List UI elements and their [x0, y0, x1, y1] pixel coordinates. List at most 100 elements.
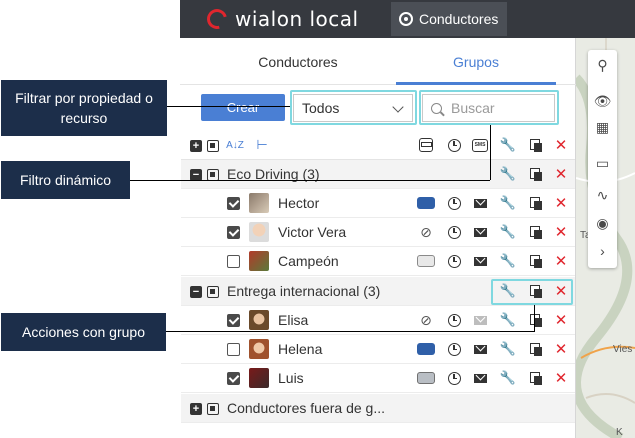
unbound-link-icon[interactable]: ⊘ — [417, 223, 435, 241]
map-visibility-icon[interactable]: 👁 — [588, 88, 617, 114]
driver-checkbox[interactable] — [227, 343, 240, 356]
driver-name: Victor Vera — [278, 224, 347, 240]
history-header-icon[interactable] — [445, 136, 463, 154]
copy-icon[interactable] — [527, 340, 545, 358]
copy-icon[interactable] — [527, 194, 545, 212]
sort-icon[interactable]: A↓Z — [226, 136, 244, 154]
tab-drivers[interactable]: Conductores — [200, 38, 396, 85]
group-select-icon[interactable] — [207, 403, 219, 415]
blue-van-icon[interactable] — [417, 340, 435, 358]
mail-icon[interactable] — [471, 223, 489, 241]
history-icon[interactable] — [445, 369, 463, 387]
map-geofence-icon[interactable]: ◉ — [588, 210, 617, 236]
copy-icon[interactable] — [527, 282, 545, 300]
driver-checkbox[interactable] — [227, 197, 240, 210]
white-car-icon[interactable] — [417, 252, 435, 270]
properties-icon[interactable]: 🔧 — [499, 252, 517, 270]
logo-text: wialon local — [235, 7, 359, 31]
driver-row[interactable]: Campeón 🔧 ✕ — [181, 247, 575, 276]
callout-dynamic: Filtro dinámico — [1, 161, 130, 199]
blue-car-icon[interactable] — [417, 194, 435, 212]
group-name: Entrega internacional (3) — [227, 283, 381, 299]
delete-header-icon[interactable]: ✕ — [552, 136, 570, 154]
search-input[interactable] — [451, 100, 551, 116]
delete-icon[interactable]: ✕ — [552, 252, 570, 270]
map-label-k: K — [616, 427, 623, 438]
properties-icon[interactable]: 🔧 — [499, 194, 517, 212]
delete-icon[interactable]: ✕ — [552, 369, 570, 387]
mail-icon[interactable] — [471, 311, 489, 329]
properties-icon[interactable]: 🔧 — [499, 165, 517, 183]
hierarchy-icon[interactable]: ⊢ — [253, 136, 271, 154]
map-layers-icon[interactable]: ▦ — [588, 114, 617, 140]
map-ruler-icon[interactable]: ▭ — [588, 150, 617, 176]
delete-icon[interactable]: ✕ — [552, 311, 570, 329]
map-expand-chevron-icon[interactable]: › — [588, 238, 617, 264]
avatar — [249, 339, 269, 359]
mail-icon[interactable] — [471, 369, 489, 387]
copy-icon[interactable] — [527, 369, 545, 387]
grey-van-icon[interactable] — [417, 369, 435, 387]
driver-row[interactable]: Victor Vera ⊘ 🔧 ✕ — [181, 218, 575, 247]
driver-checkbox[interactable] — [227, 314, 240, 327]
driver-row[interactable]: Hector 🔧 ✕ — [181, 189, 575, 218]
mail-icon[interactable] — [471, 252, 489, 270]
driver-name: Campeón — [278, 253, 339, 269]
avatar — [249, 251, 269, 271]
collapse-icon[interactable]: − — [190, 286, 202, 298]
list-header-row: + A↓Z ⊢ SMS 🔧 ✕ — [181, 131, 575, 160]
tab-groups[interactable]: Grupos — [396, 38, 556, 85]
search-box[interactable] — [422, 94, 555, 122]
group-select-icon[interactable] — [207, 286, 219, 298]
mail-icon[interactable] — [471, 340, 489, 358]
history-icon[interactable] — [445, 223, 463, 241]
properties-icon[interactable]: 🔧 — [499, 223, 517, 241]
property-filter-select[interactable]: Todos — [293, 94, 413, 122]
expand-icon[interactable]: + — [190, 403, 202, 415]
driver-checkbox[interactable] — [227, 255, 240, 268]
properties-icon[interactable]: 🔧 — [499, 282, 517, 300]
group-row[interactable]: − Eco Driving (3) 🔧 ✕ — [181, 160, 575, 189]
copy-icon[interactable] — [527, 252, 545, 270]
sms-header-icon[interactable]: SMS — [471, 136, 489, 154]
map-route-icon[interactable]: ∿ — [588, 182, 617, 208]
driver-row[interactable]: Luis 🔧 ✕ — [181, 364, 575, 393]
properties-icon[interactable]: 🔧 — [499, 340, 517, 358]
unit-bind-header-icon[interactable] — [417, 136, 435, 154]
delete-icon[interactable]: ✕ — [552, 194, 570, 212]
delete-icon[interactable]: ✕ — [552, 223, 570, 241]
callout-actions-line-v — [534, 305, 535, 332]
avatar — [249, 222, 269, 242]
copy-header-icon[interactable] — [527, 136, 545, 154]
copy-icon[interactable] — [527, 311, 545, 329]
history-icon[interactable] — [445, 340, 463, 358]
driver-row[interactable]: Helena 🔧 ✕ — [181, 335, 575, 364]
app-root: wialon local Conductores Vies Ta K ⚲ 👁 ▦… — [0, 0, 635, 438]
delete-icon[interactable]: ✕ — [552, 282, 570, 300]
copy-icon[interactable] — [527, 223, 545, 241]
history-icon[interactable] — [445, 252, 463, 270]
group-row[interactable]: − Entrega internacional (3) 🔧 ✕ — [181, 277, 575, 306]
callout-actions-line-h — [166, 331, 535, 332]
copy-icon[interactable] — [527, 165, 545, 183]
map-search-icon[interactable]: ⚲ — [588, 52, 617, 78]
properties-header-icon[interactable]: 🔧 — [499, 136, 517, 154]
wialon-logo[interactable]: wialon local — [203, 5, 367, 33]
unbound-link-icon[interactable]: ⊘ — [417, 311, 435, 329]
driver-checkbox[interactable] — [227, 372, 240, 385]
group-row[interactable]: + Conductores fuera de g... — [181, 394, 575, 423]
delete-icon[interactable]: ✕ — [552, 165, 570, 183]
create-group-button[interactable]: Crear — [201, 94, 285, 121]
history-icon[interactable] — [445, 194, 463, 212]
properties-icon[interactable]: 🔧 — [499, 369, 517, 387]
properties-icon[interactable]: 🔧 — [499, 311, 517, 329]
avatar — [249, 193, 269, 213]
expand-all-icon[interactable]: + — [190, 140, 202, 152]
nav-drivers-label: Conductores — [419, 11, 499, 27]
delete-icon[interactable]: ✕ — [552, 340, 570, 358]
select-all-icon[interactable] — [207, 140, 219, 152]
mail-icon[interactable] — [471, 194, 489, 212]
history-icon[interactable] — [445, 311, 463, 329]
nav-drivers-button[interactable]: Conductores — [391, 2, 507, 36]
driver-checkbox[interactable] — [227, 226, 240, 239]
